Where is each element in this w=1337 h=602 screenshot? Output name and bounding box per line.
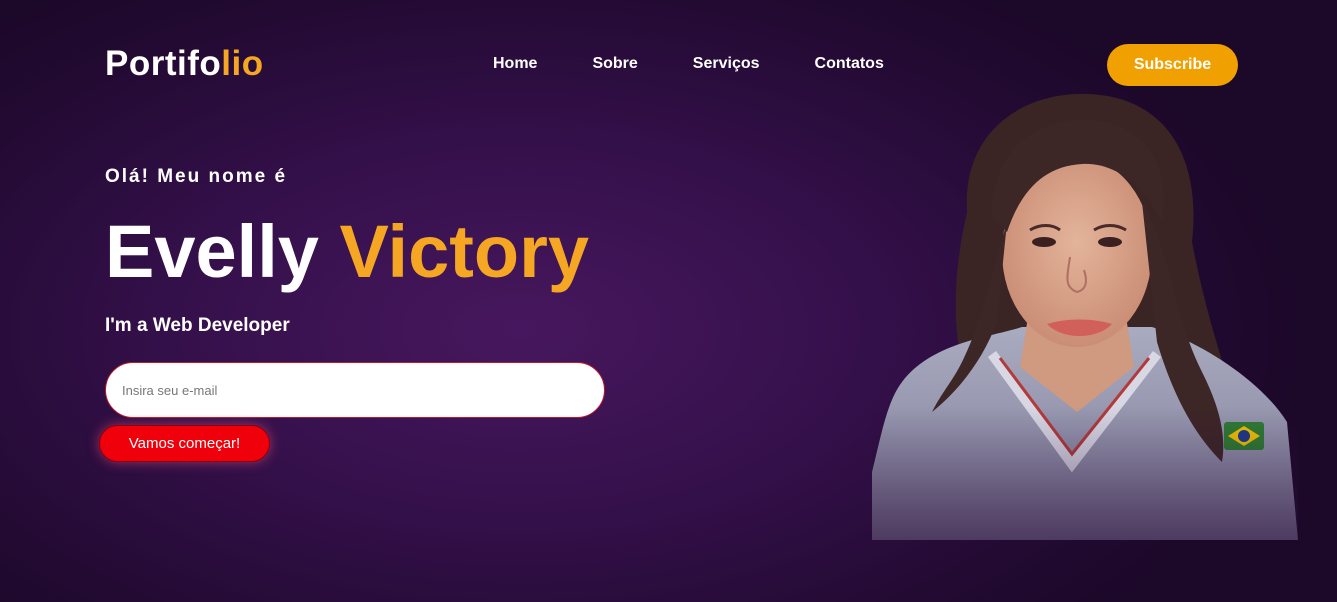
logo-main: Portifo — [105, 44, 222, 83]
main-nav: Home Sobre Serviços Contatos — [493, 54, 939, 74]
email-input[interactable] — [105, 362, 605, 418]
nav-link-contatos[interactable]: Contatos — [815, 54, 884, 74]
logo-accent: lio — [221, 44, 264, 83]
hero-role: I'm a Web Developer — [105, 315, 290, 336]
profile-photo — [872, 92, 1298, 540]
hero-last-name: Victory — [339, 210, 590, 293]
nav-link-servicos[interactable]: Serviços — [693, 54, 760, 74]
nav-link-home[interactable]: Home — [493, 54, 537, 74]
hero-name: Evelly Victory — [105, 212, 589, 292]
hero-greeting: Olá! Meu nome é — [105, 166, 288, 187]
start-button[interactable]: Vamos começar! — [99, 425, 270, 462]
subscribe-button[interactable]: Subscribe — [1107, 44, 1238, 86]
logo[interactable]: Portifolio — [105, 44, 264, 84]
nav-link-sobre[interactable]: Sobre — [592, 54, 637, 74]
hero-first-name: Evelly — [105, 210, 319, 293]
